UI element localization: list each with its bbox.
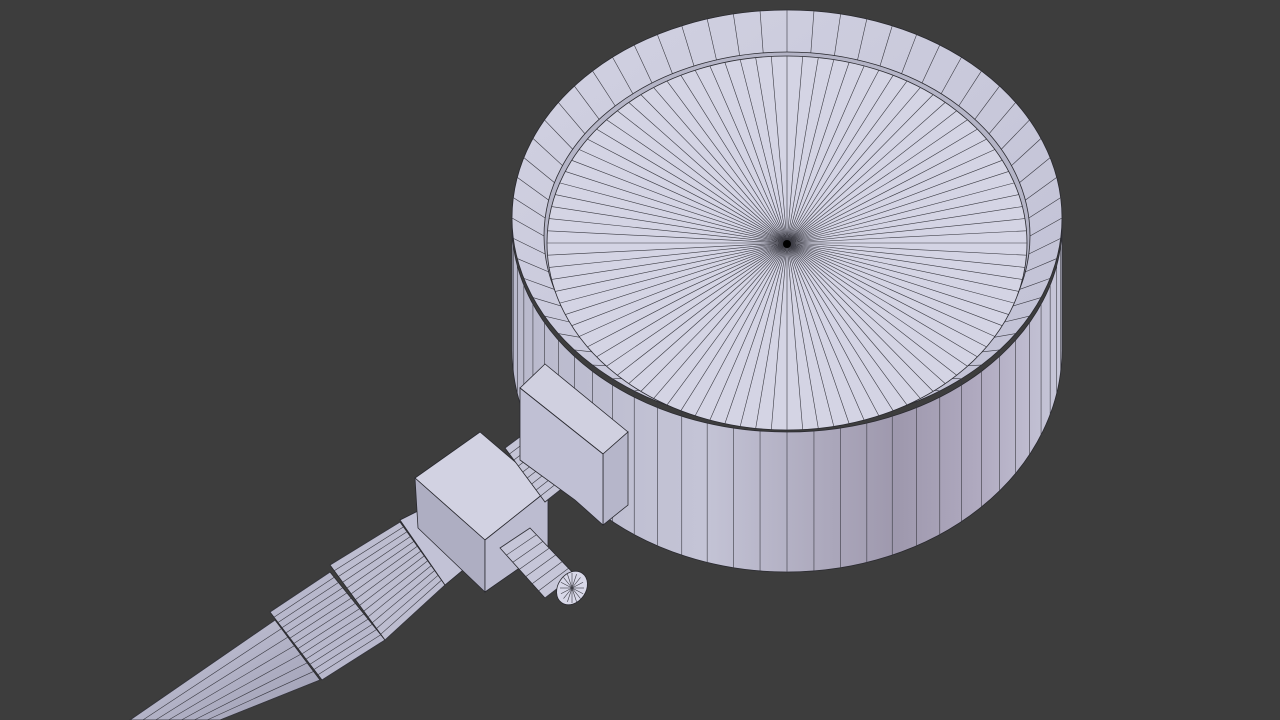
gauge-model-scene[interactable] [0,0,1280,720]
3d-viewport[interactable] [0,0,1280,720]
gauge-face[interactable] [546,55,1028,431]
